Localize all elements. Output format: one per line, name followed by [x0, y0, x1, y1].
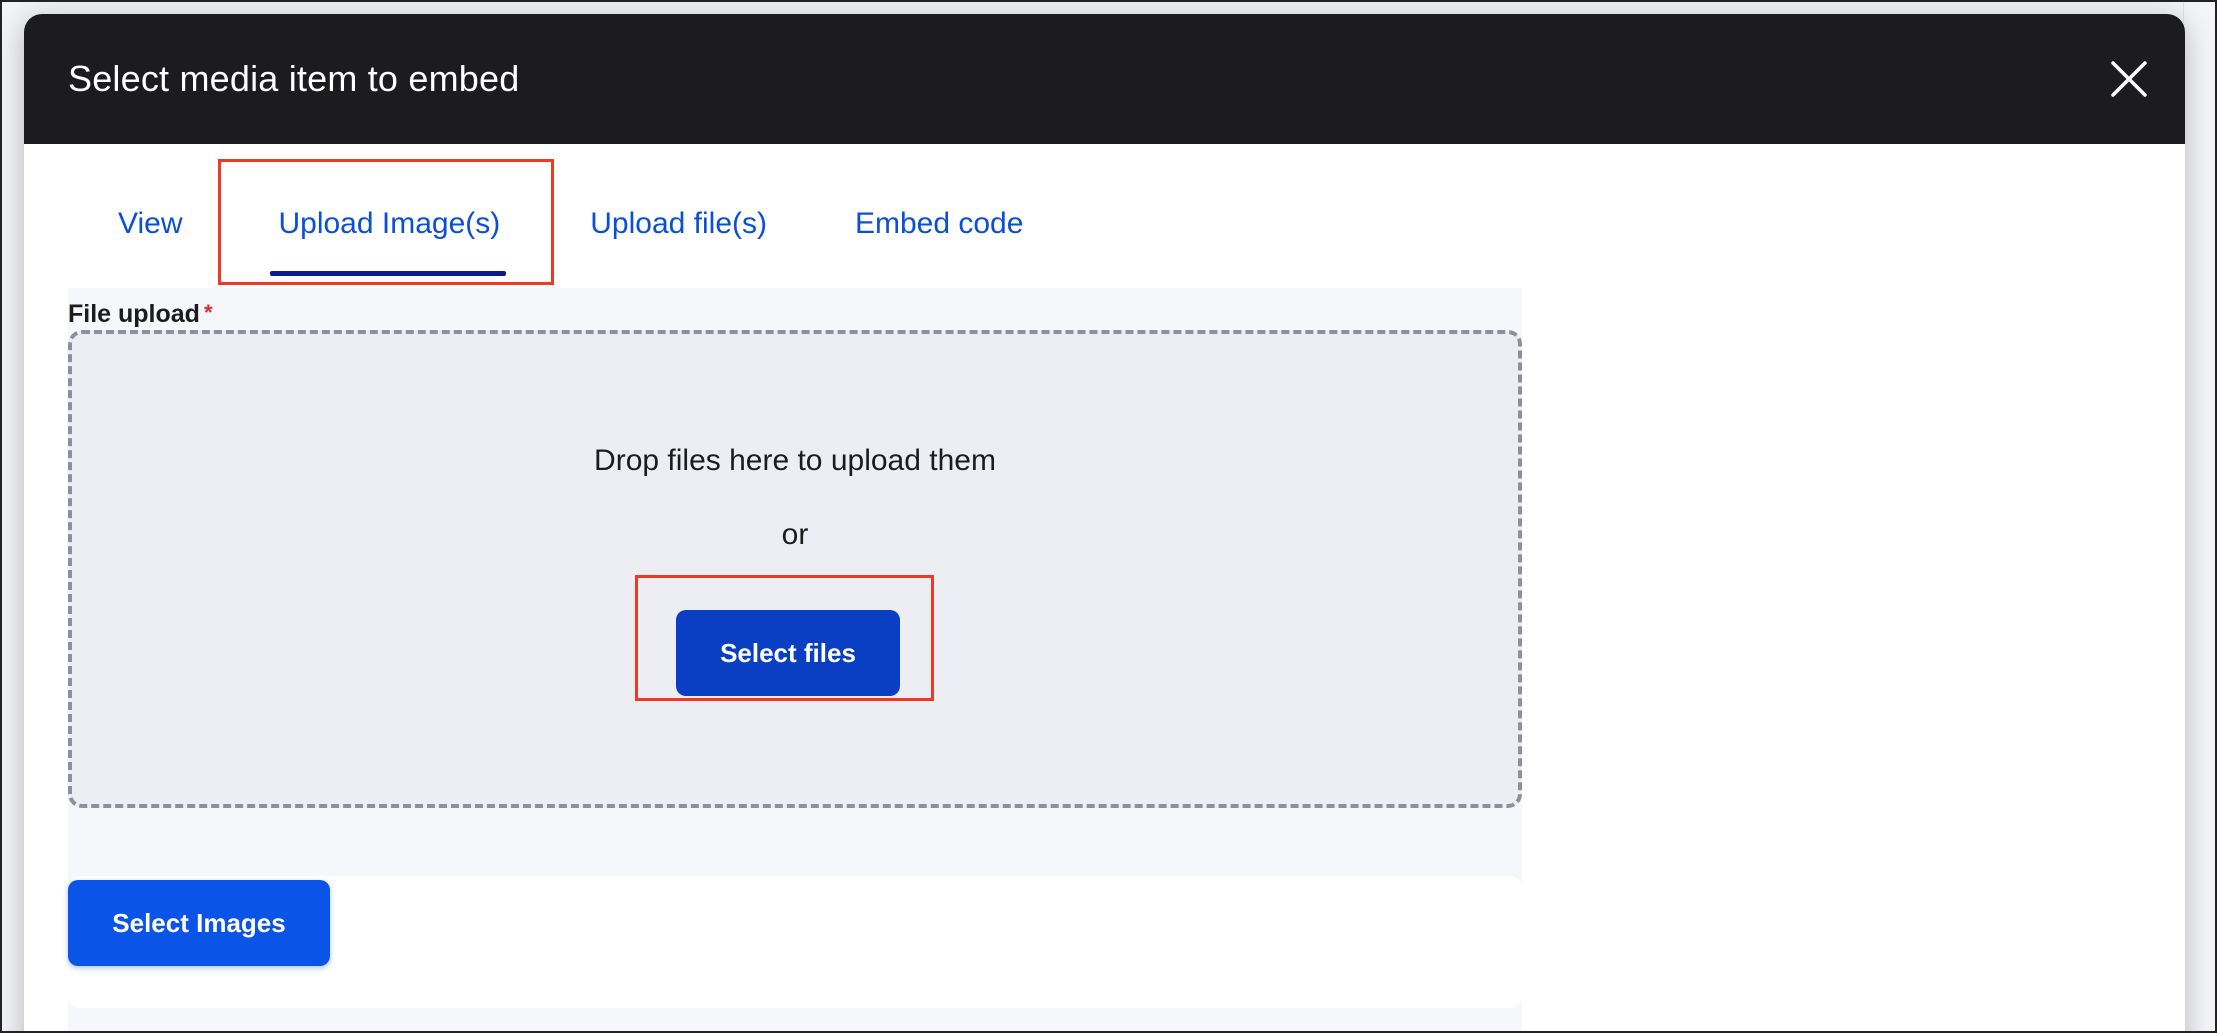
background-sidebar — [2183, 0, 2217, 1033]
select-files-button[interactable]: Select files — [676, 610, 900, 696]
tab-label: Embed code — [854, 207, 1024, 240]
tab-upload-images[interactable]: Upload Image(s) — [228, 160, 549, 288]
dialog-body: View Upload Image(s) Upload file(s) Embe… — [24, 14, 2185, 1033]
file-upload-label: File upload * — [68, 300, 213, 329]
field-label-text: File upload — [68, 300, 200, 328]
required-marker: * — [203, 300, 213, 325]
tab-label: Upload Image(s) — [278, 207, 501, 240]
tab-upload-files[interactable]: Upload file(s) — [548, 160, 811, 288]
tab-view[interactable]: View — [68, 160, 229, 288]
tab-label: View — [118, 207, 183, 240]
tab-bar: View Upload Image(s) Upload file(s) Embe… — [68, 160, 1068, 288]
or-separator: or — [781, 518, 809, 551]
select-images-button[interactable]: Select Images — [68, 880, 330, 966]
file-dropzone[interactable]: Drop files here to upload them or Select… — [68, 330, 1522, 808]
drop-instructions: Drop files here to upload them — [594, 444, 996, 477]
tab-label: Upload file(s) — [590, 207, 767, 240]
tab-embed-code[interactable]: Embed code — [810, 160, 1068, 288]
